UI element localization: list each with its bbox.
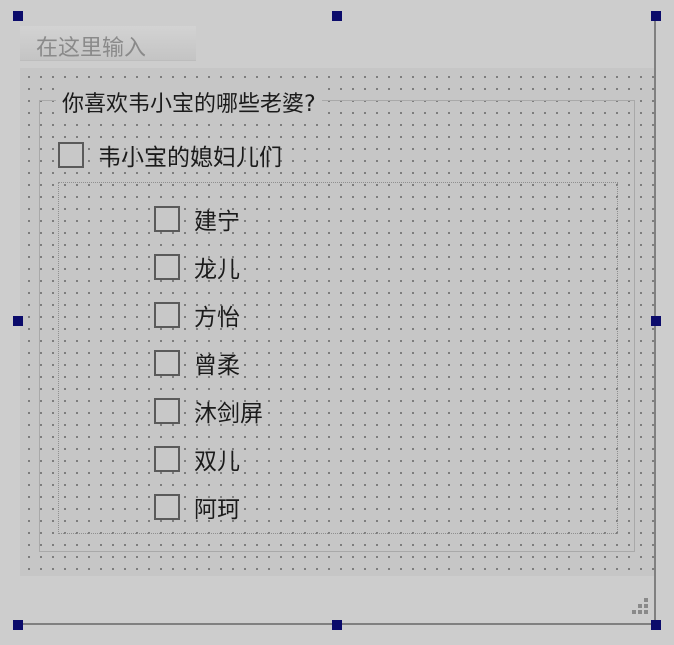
checkbox-label-shuanger: 双儿 [194, 449, 240, 475]
checkbox-ake[interactable] [154, 494, 180, 520]
resize-handle-bottom-center[interactable] [332, 620, 342, 630]
master-checkbox-label: 韦小宝的媳妇儿们 [98, 145, 282, 171]
resize-handle-top-right[interactable] [651, 11, 661, 21]
checkbox-row-jianning[interactable]: 建宁 [154, 202, 240, 236]
resize-handle-bottom-left[interactable] [13, 620, 23, 630]
designer-canvas: 在这里输入 你喜欢韦小宝的哪些老婆? 韦小宝的媳妇儿们 建宁 龙儿 方怡 曾柔 … [0, 0, 674, 645]
group-box-title: 你喜欢韦小宝的哪些老婆? [56, 86, 322, 118]
checkbox-label-jianning: 建宁 [194, 209, 240, 235]
checkbox-label-longer: 龙儿 [194, 257, 240, 283]
resize-handle-top-center[interactable] [332, 11, 342, 21]
resize-handle-top-left[interactable] [13, 11, 23, 21]
checkbox-label-zengrou: 曾柔 [194, 353, 240, 379]
checkbox-label-mujianping: 沐剑屏 [194, 401, 263, 427]
checkbox-zengrou[interactable] [154, 350, 180, 376]
checkbox-jianning[interactable] [154, 206, 180, 232]
resize-handle-middle-left[interactable] [13, 316, 23, 326]
resize-handle-middle-right[interactable] [651, 316, 661, 326]
master-checkbox[interactable] [58, 142, 84, 168]
title-placeholder-text[interactable]: 在这里输入 [36, 30, 146, 62]
resize-handle-bottom-right[interactable] [651, 620, 661, 630]
inner-widget-frame[interactable] [58, 182, 618, 534]
checkbox-row-fangyi[interactable]: 方怡 [154, 298, 240, 332]
size-grip-icon[interactable] [630, 596, 650, 616]
checkbox-row-longer[interactable]: 龙儿 [154, 250, 240, 284]
checkbox-mujianping[interactable] [154, 398, 180, 424]
checkbox-row-shuanger[interactable]: 双儿 [154, 442, 240, 476]
checkbox-row-zengrou[interactable]: 曾柔 [154, 346, 240, 380]
checkbox-shuanger[interactable] [154, 446, 180, 472]
checkbox-row-mujianping[interactable]: 沐剑屏 [154, 394, 263, 428]
checkbox-label-fangyi: 方怡 [194, 305, 240, 331]
master-checkbox-row[interactable]: 韦小宝的媳妇儿们 [58, 138, 282, 172]
title-placeholder-tab[interactable]: 在这里输入 [20, 26, 196, 61]
checkbox-longer[interactable] [154, 254, 180, 280]
checkbox-row-ake[interactable]: 阿珂 [154, 490, 240, 524]
checkbox-fangyi[interactable] [154, 302, 180, 328]
checkbox-label-ake: 阿珂 [194, 497, 240, 523]
